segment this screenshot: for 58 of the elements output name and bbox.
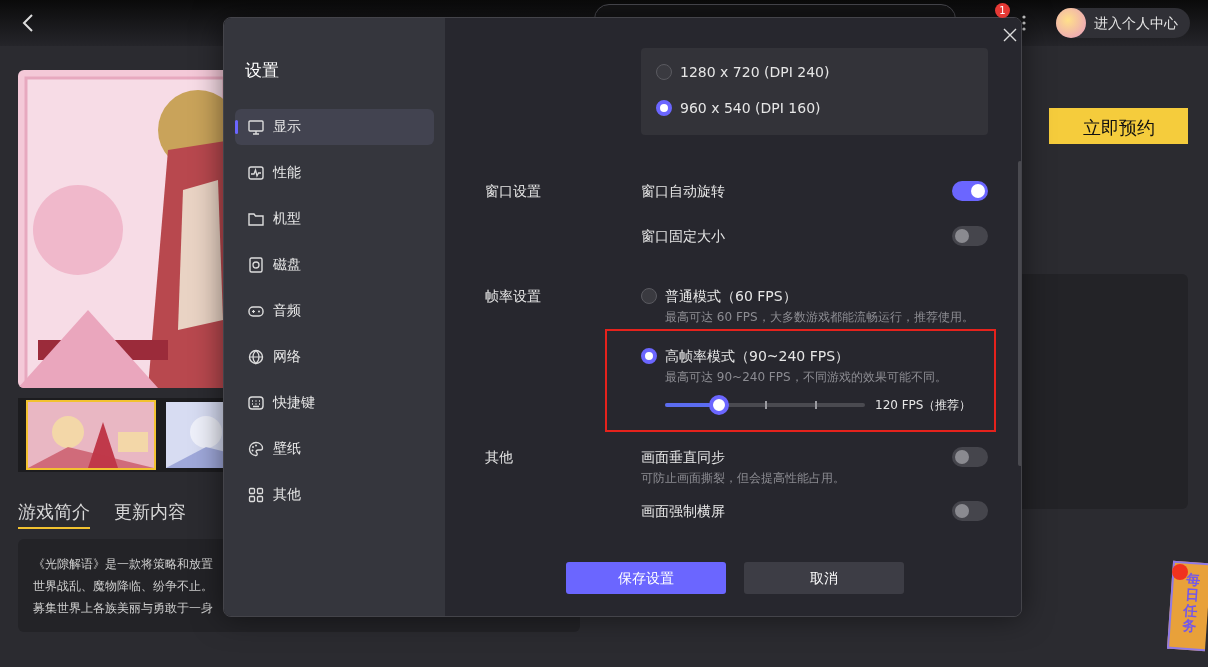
radio-button[interactable]: [641, 348, 657, 364]
option-hint: 最高可达 90~240 FPS，不同游戏的效果可能不同。: [664, 369, 948, 386]
radio-button[interactable]: [656, 64, 672, 80]
notification-dot: [1172, 564, 1188, 580]
toggle-switch[interactable]: [952, 447, 988, 467]
option-label: 高帧率模式（90~240 FPS）: [665, 347, 850, 366]
back-icon[interactable]: [22, 13, 34, 33]
description-text: 世界战乱、魔物降临、纷争不止。: [33, 578, 214, 595]
reserve-button[interactable]: 立即预约: [1049, 108, 1188, 144]
section-label: 其他: [485, 448, 514, 467]
option-label: 画面垂直同步: [641, 448, 725, 467]
grid-icon: [248, 486, 264, 503]
sidebar-item[interactable]: 磁盘: [235, 246, 434, 283]
daily-task-label: 每日任务: [1182, 571, 1201, 635]
option-label: 1280 x 720 (DPI 240): [680, 62, 830, 82]
notification-badge: 1: [995, 3, 1010, 18]
pulse-icon: [248, 164, 264, 181]
keyboard-icon: [248, 394, 264, 411]
close-icon[interactable]: [1003, 28, 1017, 42]
tab[interactable]: 游戏简介: [18, 498, 90, 529]
option-label: 窗口自动旋转: [641, 182, 725, 201]
scrollbar[interactable]: [1018, 161, 1021, 466]
sidebar-item[interactable]: 快捷键: [235, 384, 434, 421]
monitor-icon: [248, 118, 264, 135]
more-icon[interactable]: [1022, 15, 1026, 31]
radio-button[interactable]: [641, 288, 657, 304]
section-label: 帧率设置: [485, 287, 542, 306]
palette-icon: [248, 440, 264, 457]
description-text: 《光隙解语》是一款将策略和放置: [33, 556, 214, 573]
sidebar-item[interactable]: 网络: [235, 338, 434, 375]
user-center-button[interactable]: 进入个人中心: [1056, 8, 1190, 38]
sidebar-item[interactable]: 性能: [235, 154, 434, 191]
description-text: 募集世界上各族美丽与勇敢于一身: [33, 600, 214, 617]
sidebar-item[interactable]: 显示: [235, 108, 434, 145]
cancel-button[interactable]: 取消: [744, 562, 904, 595]
sidebar-item[interactable]: 壁纸: [235, 430, 434, 467]
slider-value: 120 FPS（推荐）: [875, 397, 972, 414]
sidebar-item[interactable]: 其他: [235, 476, 434, 513]
save-button[interactable]: 保存设置: [566, 562, 726, 595]
option-label: 画面强制横屏: [641, 502, 725, 521]
sidebar-item[interactable]: 机型: [235, 200, 434, 237]
sidebar-item[interactable]: 音频: [235, 292, 434, 329]
option-hint: 可防止画面撕裂，但会提高性能占用。: [641, 470, 846, 487]
toggle-switch[interactable]: [952, 226, 988, 246]
option-label: 普通模式（60 FPS）: [665, 287, 797, 306]
section-label: 窗口设置: [485, 182, 542, 201]
avatar[interactable]: [1056, 8, 1086, 38]
radio-button[interactable]: [656, 100, 672, 116]
globe-icon: [248, 348, 264, 365]
toggle-switch[interactable]: [952, 501, 988, 521]
toggle-switch[interactable]: [952, 181, 988, 201]
option-label: 960 x 540 (DPI 160): [680, 98, 821, 118]
dialog-title: 设置: [244, 59, 280, 82]
option-label: 窗口固定大小: [641, 227, 725, 246]
option-hint: 最高可达 60 FPS，大多数游戏都能流畅运行，推荐使用。: [664, 309, 975, 326]
tab[interactable]: 更新内容: [114, 498, 186, 529]
slider-thumb[interactable]: [709, 395, 729, 415]
folder-icon: [248, 210, 264, 227]
